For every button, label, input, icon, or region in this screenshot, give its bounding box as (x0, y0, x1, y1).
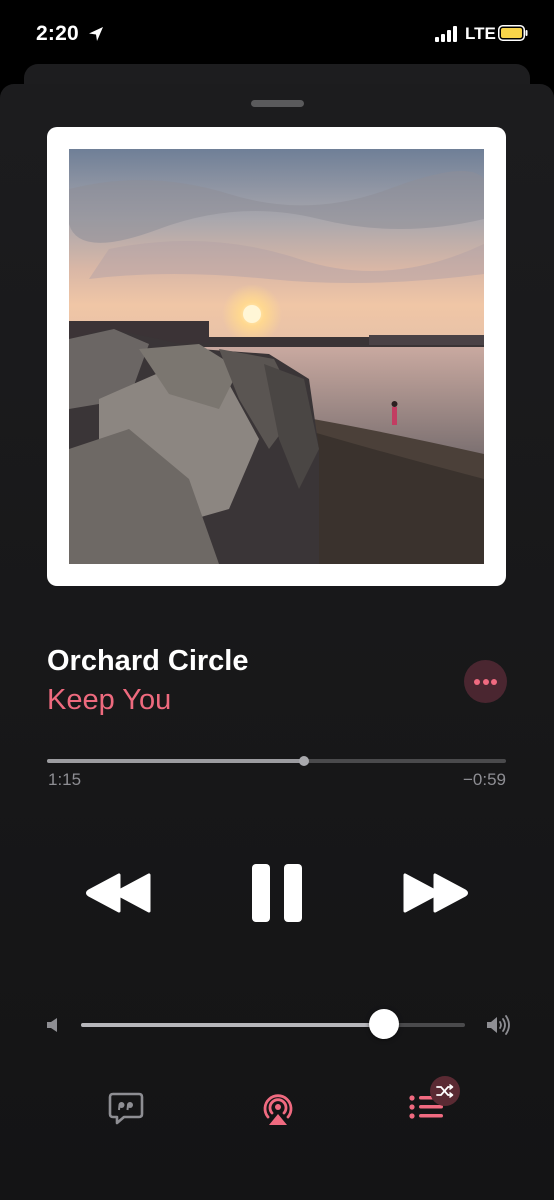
progress-scrubber[interactable] (47, 756, 506, 766)
status-time: 2:20 (36, 22, 79, 45)
album-artwork (47, 127, 506, 586)
shuffle-icon (436, 1084, 454, 1098)
battery-icon (498, 25, 528, 41)
location-arrow-icon (89, 27, 103, 41)
fast-forward-icon[interactable] (402, 873, 468, 913)
rewind-icon[interactable] (86, 873, 152, 913)
network-label: LTE (465, 24, 496, 43)
shuffle-badge[interactable] (430, 1076, 460, 1106)
volume-fill (81, 1023, 385, 1027)
artist-name[interactable]: Keep You (47, 684, 171, 717)
time-elapsed: 1:15 (48, 770, 82, 789)
progress-knob[interactable] (299, 756, 310, 766)
speaker-low-icon (47, 1018, 57, 1032)
cellular-signal-icon (435, 26, 461, 42)
ellipsis-icon (474, 679, 480, 685)
lyrics-quote-bubble-icon[interactable] (108, 1092, 144, 1126)
volume-slider[interactable] (81, 1009, 465, 1039)
time-remaining: −0:59 (462, 770, 506, 789)
speaker-high-icon (487, 1015, 510, 1035)
progress-fill (47, 759, 305, 763)
airplay-icon[interactable] (259, 1090, 297, 1128)
pause-icon[interactable] (250, 862, 304, 924)
song-title: Orchard Circle (47, 645, 249, 677)
more-options-button[interactable] (464, 660, 507, 703)
sheet-grabber[interactable] (251, 100, 304, 107)
